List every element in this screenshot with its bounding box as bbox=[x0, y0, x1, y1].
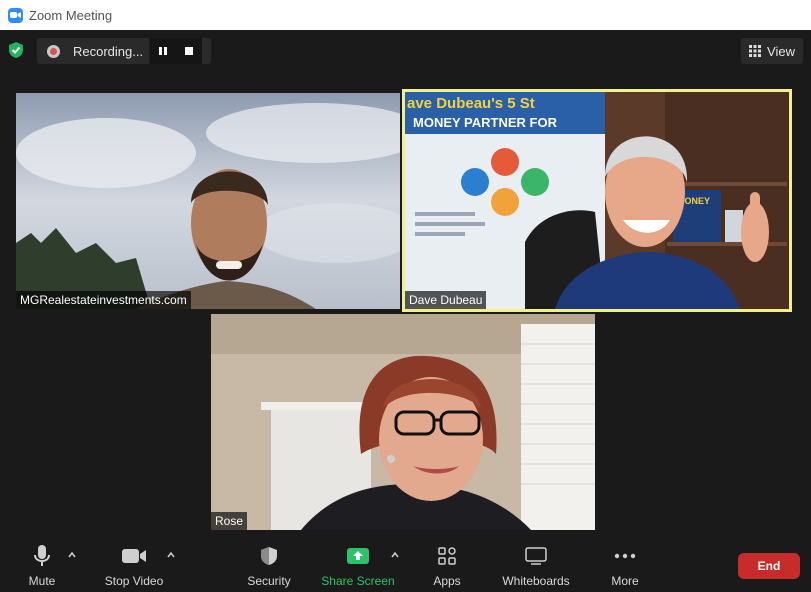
security-button[interactable]: Security bbox=[244, 540, 294, 592]
chevron-up-icon[interactable] bbox=[166, 550, 176, 560]
security-label: Security bbox=[247, 574, 291, 588]
stop-recording-button[interactable] bbox=[176, 38, 202, 64]
stop-video-label: Stop Video bbox=[104, 574, 164, 588]
participant-name-tag: MGRealestateinvestments.com bbox=[16, 291, 191, 309]
video-camera-icon bbox=[122, 549, 146, 563]
apps-icon bbox=[438, 547, 456, 565]
more-button[interactable]: More bbox=[606, 540, 644, 592]
video-tile-active-speaker[interactable]: ave Dubeau's 5 St MONEY PARTNER FOR MONE… bbox=[402, 89, 792, 312]
zoom-logo-icon bbox=[8, 7, 23, 23]
more-label: More bbox=[611, 574, 639, 588]
pause-icon bbox=[159, 47, 167, 55]
stop-video-button[interactable]: Stop Video bbox=[100, 540, 168, 592]
mute-button[interactable]: Mute bbox=[22, 540, 62, 592]
chevron-up-icon[interactable] bbox=[67, 550, 77, 560]
meeting-toolbar: Mute Stop Video Security Share Screen Ap… bbox=[0, 540, 811, 592]
view-label: View bbox=[767, 43, 795, 59]
share-screen-button[interactable]: Share Screen bbox=[321, 540, 395, 592]
video-tile-participant[interactable]: Rose bbox=[211, 314, 595, 530]
grid-icon bbox=[749, 45, 762, 57]
recording-label: Recording... bbox=[73, 43, 144, 59]
title-bar: Zoom Meeting bbox=[0, 0, 811, 30]
chevron-up-icon[interactable] bbox=[390, 550, 400, 560]
pause-recording-button[interactable] bbox=[150, 38, 176, 64]
recording-dot-icon bbox=[47, 44, 60, 58]
recording-indicator: Recording... bbox=[37, 38, 211, 64]
apps-button[interactable]: Apps bbox=[428, 540, 466, 592]
mute-label: Mute bbox=[28, 574, 56, 588]
participant-video-feed bbox=[16, 93, 400, 309]
window-title: Zoom Meeting bbox=[29, 7, 113, 23]
stop-icon bbox=[185, 47, 193, 55]
microphone-icon bbox=[34, 545, 50, 566]
end-meeting-button[interactable]: End bbox=[738, 553, 800, 579]
view-button[interactable]: View bbox=[741, 38, 803, 64]
participant-video-feed: ave Dubeau's 5 St MONEY PARTNER FOR MONE… bbox=[405, 92, 789, 309]
whiteboards-label: Whiteboards bbox=[502, 574, 570, 588]
participant-name-tag: Rose bbox=[211, 512, 248, 530]
banner-title: ave Dubeau's 5 St bbox=[407, 95, 535, 112]
banner-subtitle: MONEY PARTNER FOR bbox=[413, 115, 558, 130]
apps-label: Apps bbox=[433, 574, 461, 588]
share-screen-label: Share Screen bbox=[321, 574, 395, 588]
whiteboards-button[interactable]: Whiteboards bbox=[498, 540, 574, 592]
more-dots-icon bbox=[614, 553, 636, 559]
participant-name-tag: Dave Dubeau bbox=[405, 291, 487, 309]
whiteboard-icon bbox=[525, 547, 547, 565]
video-tile-participant[interactable]: MGRealestateinvestments.com bbox=[16, 93, 400, 309]
share-screen-icon bbox=[347, 548, 369, 564]
zoom-window: Zoom Meeting Recording... View MGRealest… bbox=[0, 0, 811, 592]
participant-video-feed bbox=[211, 314, 595, 530]
meeting-top-bar: Recording... View bbox=[0, 30, 811, 70]
shield-icon bbox=[261, 547, 277, 565]
shield-check-icon[interactable] bbox=[7, 41, 25, 59]
